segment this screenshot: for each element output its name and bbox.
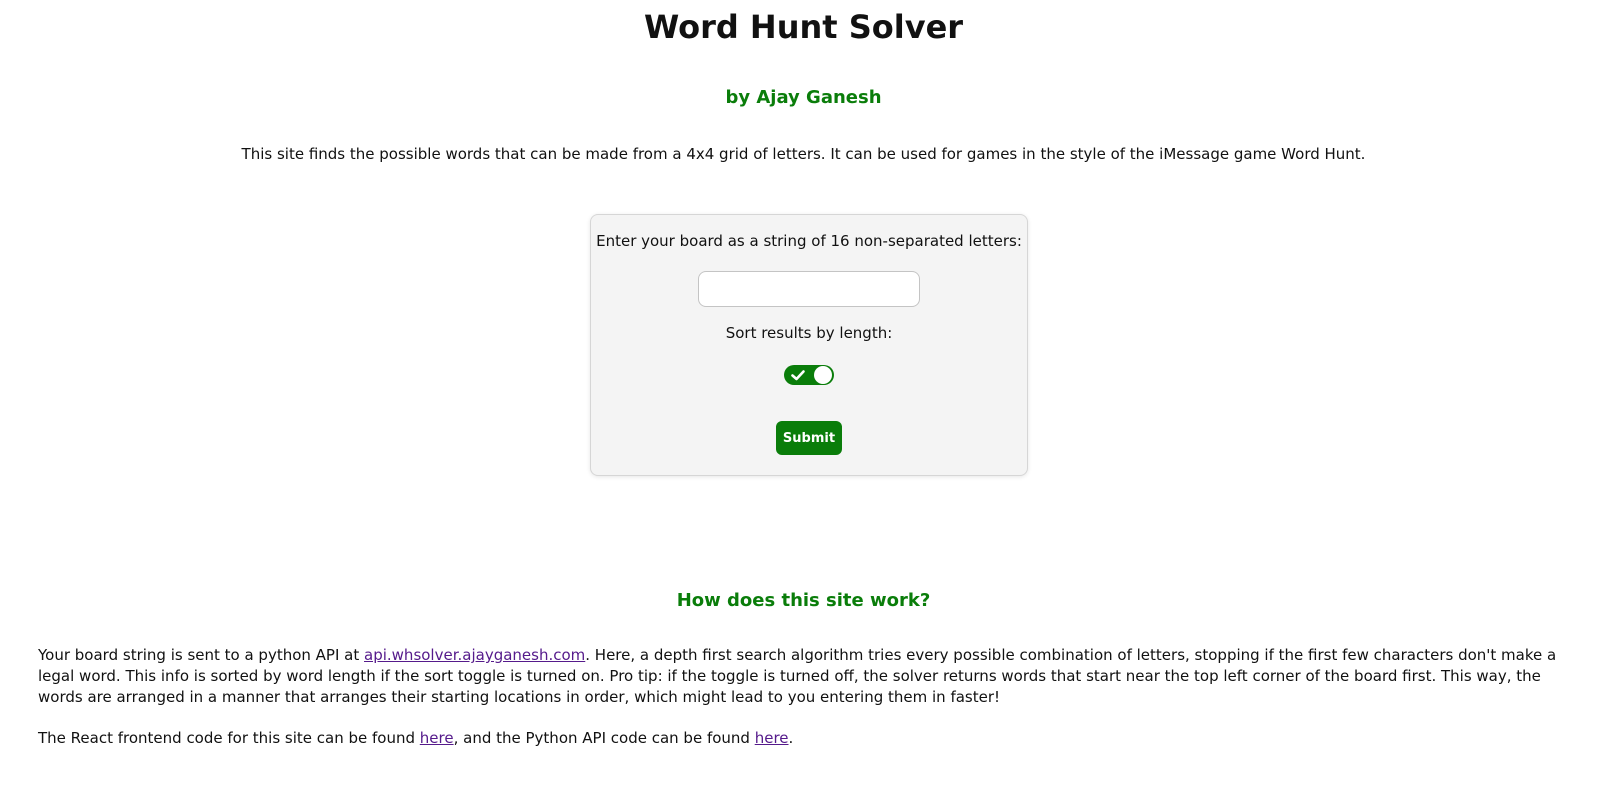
source-code-paragraph: The React frontend code for this site ca…	[38, 728, 1578, 749]
frontend-code-link[interactable]: here	[420, 729, 454, 747]
how-heading: How does this site work?	[676, 590, 931, 611]
board-form-card: Enter your board as a string of 16 non-s…	[590, 214, 1028, 476]
source-text-end: .	[788, 729, 794, 747]
page-title: Word Hunt Solver	[643, 8, 964, 46]
check-icon	[791, 370, 805, 381]
how-paragraph-text-start: Your board string is sent to a python AP…	[38, 646, 365, 664]
source-text-start: The React frontend code for this site ca…	[38, 729, 420, 747]
sort-toggle-label: Sort results by length:	[725, 324, 893, 342]
source-text-middle: , and the Python API code can be found	[453, 729, 755, 747]
api-code-link[interactable]: here	[755, 729, 789, 747]
toggle-knob	[814, 366, 832, 384]
sort-toggle[interactable]	[784, 365, 834, 385]
board-input-label: Enter your board as a string of 16 non-s…	[596, 232, 1022, 250]
how-paragraph: Your board string is sent to a python AP…	[38, 645, 1578, 708]
author-byline: by Ajay Ganesh	[725, 87, 882, 108]
intro-text: This site finds the possible words that …	[241, 145, 1366, 163]
board-input[interactable]	[698, 271, 920, 307]
page: Word Hunt Solver by Ajay Ganesh This sit…	[0, 0, 1607, 805]
submit-button[interactable]: Submit	[776, 421, 842, 455]
api-link[interactable]: api.whsolver.ajayganesh.com	[364, 646, 585, 664]
